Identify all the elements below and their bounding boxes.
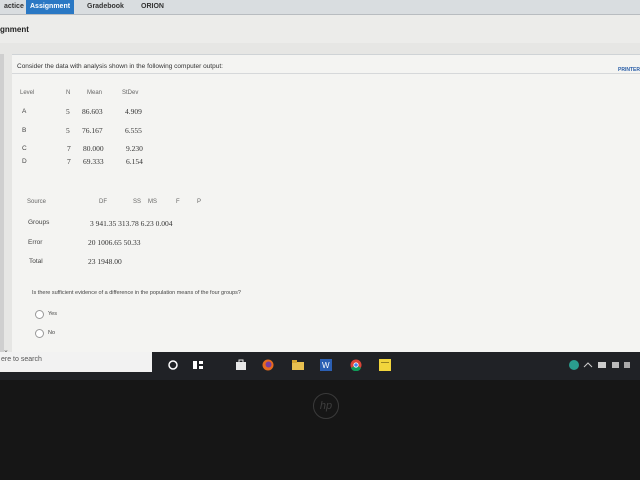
anova-header-source: Source bbox=[27, 199, 47, 205]
cortana-icon[interactable] bbox=[167, 358, 179, 370]
anova-header-ms: MS bbox=[148, 199, 157, 205]
summary-header-level: Level bbox=[20, 90, 35, 96]
summary-header-stdev: StDev bbox=[122, 90, 139, 96]
summary-header-n: N bbox=[66, 90, 71, 96]
radio-yes[interactable] bbox=[35, 310, 44, 319]
table-row-mean: 80.000 bbox=[83, 144, 104, 153]
tab-orion[interactable]: ORION bbox=[137, 0, 168, 14]
table-row-mean: 76.167 bbox=[82, 126, 103, 135]
screen: actice Assignment Gradebook ORION gnment… bbox=[0, 0, 640, 380]
anova-header-ss: SS bbox=[133, 199, 142, 205]
table-row-level: B bbox=[22, 127, 27, 134]
page-title: gnment bbox=[0, 25, 29, 34]
top-nav: actice Assignment Gradebook ORION bbox=[0, 0, 640, 15]
left-scroll-stripe bbox=[0, 54, 4, 354]
anova-row-label: Total bbox=[29, 258, 43, 265]
hp-logo: hp bbox=[313, 393, 339, 419]
chrome-icon[interactable] bbox=[350, 358, 362, 372]
anova-header-f: F bbox=[176, 199, 180, 205]
radio-no-label: No bbox=[48, 330, 56, 336]
tab-gradebook[interactable]: Gradebook bbox=[83, 0, 128, 14]
store-icon[interactable] bbox=[235, 358, 247, 370]
system-tray-icons[interactable] bbox=[568, 358, 640, 370]
table-row-n: 5 bbox=[66, 107, 70, 116]
anova-row-values: 20 1006.65 50.33 bbox=[88, 238, 141, 247]
question-intro: Consider the data with analysis shown in… bbox=[17, 63, 223, 70]
table-row-stdev: 6.555 bbox=[125, 126, 142, 135]
radio-no[interactable] bbox=[35, 329, 44, 338]
question-prompt: Is there sufficient evidence of a differ… bbox=[32, 290, 241, 296]
anova-header-p: P bbox=[197, 199, 202, 205]
table-row-level: C bbox=[22, 145, 27, 152]
divider bbox=[12, 73, 640, 74]
svg-text:W: W bbox=[322, 361, 330, 370]
task-view-icon[interactable] bbox=[192, 358, 204, 370]
table-row-n: 7 bbox=[67, 157, 71, 166]
anova-row-label: Error bbox=[28, 239, 43, 246]
table-row-mean: 69.333 bbox=[83, 157, 104, 166]
summary-header-mean: Mean bbox=[87, 90, 103, 96]
question-card: PRINTER Consider the data with analysis … bbox=[12, 54, 640, 355]
word-icon[interactable]: W bbox=[320, 358, 332, 371]
table-row-n: 5 bbox=[66, 126, 70, 135]
table-row-mean: 86.603 bbox=[82, 107, 103, 116]
file-explorer-icon[interactable] bbox=[292, 358, 304, 370]
anova-header-df: DF bbox=[99, 199, 107, 205]
anova-row-label: Groups bbox=[28, 219, 50, 226]
table-row-stdev: 4.909 bbox=[125, 107, 142, 116]
table-row-stdev: 6.154 bbox=[126, 157, 143, 166]
tab-practice[interactable]: actice bbox=[0, 0, 28, 14]
taskbar-search[interactable]: ere to search bbox=[0, 352, 152, 372]
sticky-notes-icon[interactable] bbox=[379, 358, 391, 371]
table-row-stdev: 9.230 bbox=[126, 144, 143, 153]
radio-yes-label: Yes bbox=[48, 311, 57, 317]
firefox-icon[interactable] bbox=[262, 358, 274, 371]
page-header: gnment bbox=[0, 15, 640, 43]
table-row-level: D bbox=[22, 158, 27, 165]
table-row-n: 7 bbox=[67, 144, 71, 153]
tab-assignment[interactable]: Assignment bbox=[26, 0, 75, 14]
anova-row-values: 3 941.35 313.78 6.23 0.004 bbox=[90, 219, 173, 228]
table-row-level: A bbox=[22, 108, 27, 115]
search-placeholder: ere to search bbox=[1, 356, 42, 363]
anova-row-values: 23 1948.00 bbox=[88, 257, 122, 266]
